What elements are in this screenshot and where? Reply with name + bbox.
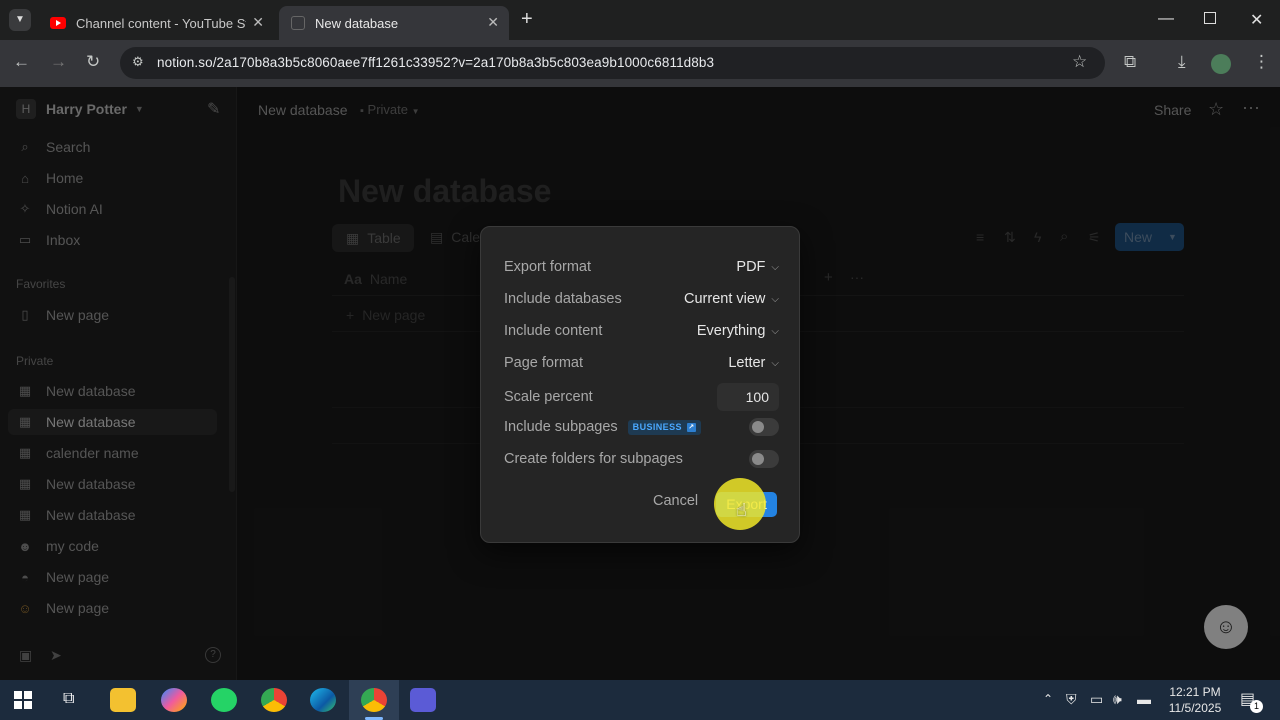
show-hidden-icons[interactable]: ⌃	[1043, 692, 1053, 706]
external-link-icon: ↗	[686, 422, 696, 432]
start-tile	[14, 691, 22, 699]
create-folders-label: Create folders for subpages	[504, 451, 683, 467]
notion-tab-icon	[291, 16, 305, 30]
export-format-row: Export format PDF ⌵	[504, 255, 779, 279]
include-content-select[interactable]: Everything ⌵	[697, 323, 779, 339]
chevron-down-icon: ⌵	[771, 261, 779, 273]
page-format-value: Letter	[728, 355, 766, 371]
create-folders-row: Create folders for subpages	[504, 447, 779, 471]
site-settings-icon[interactable]: ⚙	[132, 54, 144, 70]
file-explorer-icon[interactable]	[110, 688, 136, 712]
bookmark-star-icon[interactable]: ☆	[1072, 52, 1087, 72]
scale-percent-row: Scale percent 100	[504, 383, 779, 411]
clock-time: 12:21 PM	[1169, 685, 1221, 699]
include-content-row: Include content Everything ⌵	[504, 319, 779, 343]
copilot-icon[interactable]	[161, 688, 187, 712]
chrome-active-taskbar-item[interactable]	[349, 680, 399, 720]
windows-taskbar: ⧉ ⌃ ⛨ ▭ 🕪 ▬ 12:21 PM 11/5/2025 ▤ 1	[0, 680, 1280, 720]
profile-avatar[interactable]	[1211, 54, 1231, 74]
include-subpages-text: Include subpages	[504, 419, 618, 435]
include-databases-select[interactable]: Current view ⌵	[684, 291, 779, 307]
new-tab-icon[interactable]: +	[521, 8, 533, 31]
scale-percent-input[interactable]: 100	[717, 383, 779, 411]
forward-icon[interactable]: →	[50, 52, 67, 72]
create-folders-toggle[interactable]	[749, 450, 779, 468]
back-icon[interactable]: ←	[13, 52, 30, 72]
security-icon[interactable]: ⛨	[1066, 691, 1077, 708]
tab-title: New database	[315, 15, 399, 31]
cancel-button[interactable]: Cancel	[653, 493, 698, 509]
chevron-down-icon: ⌵	[771, 325, 779, 337]
export-format-value: PDF	[736, 259, 766, 275]
volume-icon[interactable]: 🕪	[1113, 691, 1122, 708]
address-bar[interactable]: ⚙ notion.so/2a170b8a3b5c8060aee7ff1261c3…	[120, 47, 1105, 79]
page-format-label: Page format	[504, 355, 583, 371]
start-tile	[24, 701, 32, 709]
chevron-down-icon: ⌵	[771, 293, 779, 305]
include-databases-row: Include databases Current view ⌵	[504, 287, 779, 311]
include-content-label: Include content	[504, 323, 603, 339]
mouse-pointer-icon: ☝	[736, 500, 747, 520]
network-icon[interactable]: ▭	[1090, 691, 1103, 708]
restore-icon[interactable]	[1204, 12, 1216, 24]
whatsapp-icon[interactable]	[211, 688, 237, 712]
url-text: notion.so/2a170b8a3b5c8060aee7ff1261c339…	[157, 55, 715, 70]
chevron-down-icon: ⌵	[771, 357, 779, 369]
download-icon[interactable]: ⤓	[1178, 52, 1186, 72]
clock-date: 11/5/2025	[1168, 701, 1222, 715]
battery-icon[interactable]: ▬	[1137, 691, 1151, 707]
tab-search-icon[interactable]: ▼	[9, 9, 31, 31]
minimize-icon[interactable]: —	[1158, 10, 1174, 28]
chrome-profile-icon	[361, 688, 387, 712]
clock[interactable]: 12:21 PM 11/5/2025	[1160, 684, 1230, 716]
include-databases-value: Current view	[684, 291, 766, 307]
page-format-row: Page format Letter ⌵	[504, 351, 779, 375]
page-format-select[interactable]: Letter ⌵	[728, 355, 779, 371]
edge-icon[interactable]	[310, 688, 336, 712]
include-subpages-row: Include subpages BUSINESS ↗	[504, 415, 779, 439]
extensions-icon[interactable]: ⧉	[1124, 52, 1136, 72]
include-subpages-label: Include subpages BUSINESS ↗	[504, 419, 701, 435]
close-tab-icon[interactable]: ✕	[252, 14, 264, 31]
notification-count-badge: 1	[1250, 700, 1263, 713]
chrome-icon[interactable]	[261, 688, 287, 712]
include-databases-label: Include databases	[504, 291, 622, 307]
tab-new-database[interactable]: New database ✕	[279, 6, 509, 40]
business-badge-label: BUSINESS	[632, 422, 682, 432]
task-view-icon[interactable]: ⧉	[63, 690, 74, 708]
tab-youtube-studio[interactable]: Channel content - YouTube Stu ✕	[38, 6, 274, 40]
scale-percent-label: Scale percent	[504, 389, 593, 405]
reload-icon[interactable]: ↻	[86, 52, 100, 72]
tab-title: Channel content - YouTube Stu	[76, 15, 246, 31]
include-subpages-toggle[interactable]	[749, 418, 779, 436]
include-content-value: Everything	[696, 323, 766, 339]
export-format-label: Export format	[504, 259, 592, 275]
browser-tab-bar: ▼ Channel content - YouTube Stu ✕ New da…	[0, 0, 1280, 40]
gmail-app-icon[interactable]	[410, 688, 436, 712]
business-badge[interactable]: BUSINESS ↗	[627, 419, 701, 435]
start-tile	[14, 701, 22, 709]
youtube-icon	[50, 17, 66, 29]
windows-start-icon[interactable]	[14, 691, 32, 709]
export-format-select[interactable]: PDF ⌵	[736, 259, 779, 275]
close-window-icon[interactable]: ✕	[1250, 10, 1263, 30]
browser-menu-icon[interactable]: ⋮	[1253, 52, 1270, 72]
close-tab-icon[interactable]: ✕	[487, 14, 499, 31]
start-tile	[24, 691, 32, 699]
